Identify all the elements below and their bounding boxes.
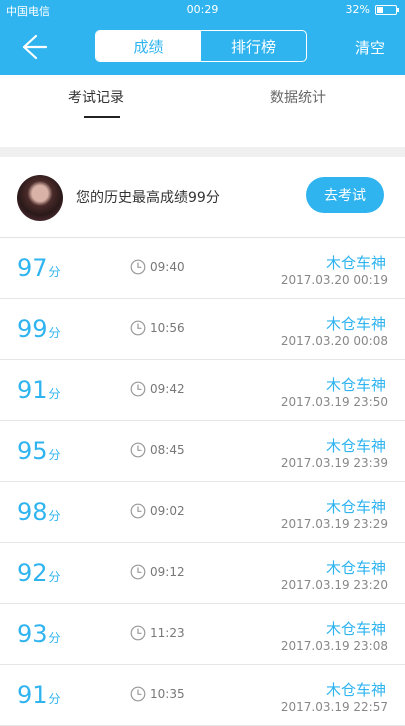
sub-tabs: 考试记录 数据统计 [0,75,405,195]
battery-icon [375,4,399,15]
clock-icon [130,625,146,641]
record-date: 2017.03.19 22:57 [280,700,388,714]
record-score: 98分 [17,498,61,526]
record-duration: 09:02 [150,504,185,518]
score-value: 91 [17,681,48,709]
record-date: 2017.03.20 00:08 [280,334,388,348]
record-duration: 10:35 [150,687,185,701]
tab-active-indicator [84,116,120,118]
record-name: 木仓车神 [325,315,386,333]
clock-icon [130,442,146,458]
record-row[interactable]: 91分 10:35 木仓车神 2017.03.19 22:57 [0,665,405,726]
battery-percent: 32% [345,3,370,16]
record-row[interactable]: 91分 09:42 木仓车神 2017.03.19 23:50 [0,360,405,421]
record-score: 91分 [17,376,61,404]
record-score: 95分 [17,437,61,465]
records-list: 97分 09:40 木仓车神 2017.03.20 00:19 99分 10:56 木仓车神… [0,238,405,726]
back-arrow-icon [22,34,48,60]
back-button[interactable] [14,32,50,62]
status-bar: 中国电信 00:29 32% [0,0,405,20]
score-unit: 分 [48,326,61,340]
score-value: 92 [17,559,48,587]
score-value: 98 [17,498,48,526]
record-name: 木仓车神 [325,376,386,394]
record-date: 2017.03.20 00:19 [280,273,388,287]
record-row[interactable]: 93分 11:23 木仓车神 2017.03.19 23:08 [0,604,405,665]
clock-icon [130,259,146,275]
record-name: 木仓车神 [325,620,386,638]
record-score: 97分 [17,254,61,282]
record-date: 2017.03.19 23:29 [280,517,388,531]
segment-control: 成绩 排行榜 [95,30,307,62]
score-unit: 分 [48,265,61,279]
score-value: 99 [17,315,48,343]
score-unit: 分 [48,509,61,523]
record-duration: 08:45 [150,443,185,457]
record-name: 木仓车神 [325,437,386,455]
record-date: 2017.03.19 23:50 [280,395,388,409]
segment-ranking[interactable]: 排行榜 [201,31,306,61]
clock-icon [130,381,146,397]
score-unit: 分 [48,631,61,645]
record-duration: 09:12 [150,565,185,579]
clock-icon [130,686,146,702]
record-row[interactable]: 98分 09:02 木仓车神 2017.03.19 23:29 [0,482,405,543]
score-unit: 分 [48,692,61,706]
status-time: 00:29 [186,3,219,16]
nav-bar: 成绩 排行榜 清空 [0,20,405,75]
record-score: 99分 [17,315,61,343]
record-score: 92分 [17,559,61,587]
score-value: 95 [17,437,48,465]
take-exam-button[interactable]: 去考试 [306,177,384,213]
record-row[interactable]: 92分 09:12 木仓车神 2017.03.19 23:20 [0,543,405,604]
record-duration: 11:23 [150,626,185,640]
record-date: 2017.03.19 23:39 [280,456,388,470]
score-unit: 分 [48,448,61,462]
score-unit: 分 [48,387,61,401]
best-score-text: 您的历史最高成绩99分 [76,190,220,206]
record-name: 木仓车神 [325,559,386,577]
score-value: 97 [17,254,48,282]
status-right: 32% [345,3,399,16]
score-unit: 分 [48,570,61,584]
clear-button[interactable]: 清空 [355,37,385,58]
tab-data-stats[interactable]: 数据统计 [270,87,326,107]
record-score: 91分 [17,681,61,709]
record-name: 木仓车神 [325,254,386,272]
clock-icon [130,503,146,519]
record-date: 2017.03.19 23:20 [280,578,388,592]
record-date: 2017.03.19 23:08 [280,639,388,653]
record-duration: 09:42 [150,382,185,396]
score-value: 91 [17,376,48,404]
record-row[interactable]: 99分 10:56 木仓车神 2017.03.20 00:08 [0,299,405,360]
record-duration: 10:56 [150,321,185,335]
clock-icon [130,564,146,580]
tab-exam-records[interactable]: 考试记录 [68,87,124,107]
record-row[interactable]: 95分 08:45 木仓车神 2017.03.19 23:39 [0,421,405,482]
score-value: 93 [17,620,48,648]
avatar [17,175,63,221]
segment-scores[interactable]: 成绩 [96,31,201,61]
record-name: 木仓车神 [325,498,386,516]
record-score: 93分 [17,620,61,648]
best-score-summary: 您的历史最高成绩99分 去考试 [0,157,405,238]
clock-icon [130,320,146,336]
section-divider [0,147,405,157]
record-name: 木仓车神 [325,681,386,699]
record-duration: 09:40 [150,260,185,274]
record-row[interactable]: 97分 09:40 木仓车神 2017.03.20 00:19 [0,238,405,299]
